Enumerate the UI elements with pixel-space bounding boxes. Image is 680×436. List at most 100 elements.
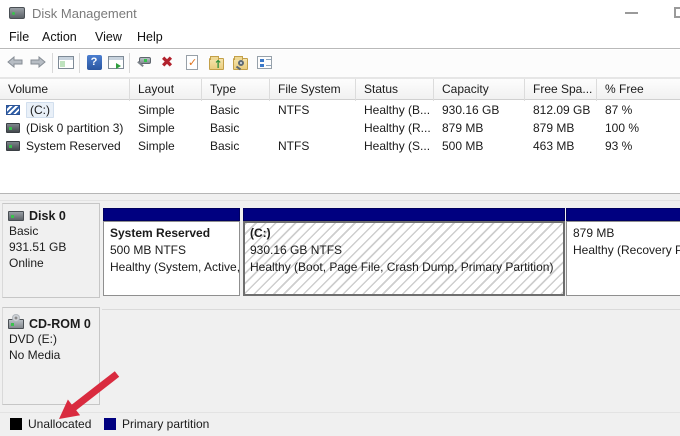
- partition-size: 500 MB NTFS: [110, 242, 233, 259]
- partition-status: Healthy (Boot, Page File, Crash Dump, Pr…: [250, 259, 558, 276]
- partition-status: Healthy (Recovery P: [573, 242, 680, 259]
- cdrom-row: CD-ROM 0 DVD (E:) No Media: [2, 307, 680, 405]
- volume-name: System Reserved: [26, 139, 121, 153]
- column-file-system[interactable]: File System: [270, 79, 356, 101]
- toolbar-separator: [52, 53, 53, 73]
- help-icon[interactable]: ?: [85, 53, 103, 71]
- legend-label: Primary partition: [122, 417, 209, 431]
- legend-unallocated: Unallocated: [10, 418, 91, 432]
- volume-list: Volume Layout Type File System Status Ca…: [0, 78, 680, 193]
- partition-c-body-selected: (C:) 930.16 GB NTFS Healthy (Boot, Page …: [243, 221, 565, 296]
- show-console-tree-icon[interactable]: [57, 53, 75, 71]
- column-pct-free[interactable]: % Free: [597, 79, 680, 101]
- cell-layout: Simple: [130, 101, 202, 119]
- cell-pct-free: 93 %: [597, 137, 680, 155]
- disk-graph-area: Disk 0 Basic 931.51 GB Online System Res…: [0, 201, 680, 412]
- cell-capacity: 879 MB: [434, 119, 525, 137]
- cell-file-system: NTFS: [270, 137, 356, 155]
- primary-partition-swatch: [104, 418, 116, 430]
- title-bar: Disk Management: [0, 0, 680, 26]
- column-status[interactable]: Status: [356, 79, 434, 101]
- menu-file[interactable]: File: [9, 30, 29, 44]
- properties-list-icon[interactable]: [255, 53, 273, 71]
- column-type[interactable]: Type: [202, 79, 270, 101]
- cell-status: Healthy (S...: [356, 137, 434, 155]
- primary-partition-bar: [243, 208, 565, 221]
- legend-primary-partition: Primary partition: [104, 418, 209, 432]
- cell-file-system: [270, 119, 356, 137]
- unallocated-swatch: [10, 418, 22, 430]
- cell-free-space: 812.09 GB: [525, 101, 597, 119]
- volume-icon: [6, 123, 20, 133]
- cdrom-media-status: No Media: [9, 347, 99, 363]
- menu-bar: File Action View Help: [0, 26, 680, 49]
- partition-size: 930.16 GB NTFS: [250, 242, 558, 259]
- volume-name: (C:): [26, 102, 54, 118]
- delete-icon[interactable]: ✖: [158, 53, 176, 71]
- volume-icon: [6, 141, 20, 151]
- volume-row-partition3[interactable]: (Disk 0 partition 3) Simple Basic Health…: [0, 119, 680, 137]
- disk0-row: Disk 0 Basic 931.51 GB Online System Res…: [2, 203, 680, 298]
- toolbar-separator: [129, 53, 130, 73]
- show-action-pane-icon[interactable]: [107, 53, 125, 71]
- explore-folder-icon[interactable]: [231, 53, 249, 71]
- column-capacity[interactable]: Capacity: [434, 79, 525, 101]
- toolbar-separator: [79, 53, 80, 73]
- minimize-button[interactable]: [625, 12, 638, 14]
- volume-name: (Disk 0 partition 3): [26, 121, 123, 135]
- partition-label: (C:): [250, 225, 558, 242]
- splitter-bar[interactable]: [0, 193, 680, 201]
- disk-drive-icon: [9, 7, 25, 19]
- cell-free-space: 879 MB: [525, 119, 597, 137]
- partition-c[interactable]: (C:) 930.16 GB NTFS Healthy (Boot, Page …: [243, 208, 565, 296]
- partition-size: 879 MB: [573, 225, 680, 242]
- cell-capacity: 500 MB: [434, 137, 525, 155]
- disk-name: Disk 0: [29, 209, 99, 223]
- cell-layout: Simple: [130, 137, 202, 155]
- menu-help[interactable]: Help: [137, 30, 163, 44]
- primary-partition-bar: [103, 208, 240, 221]
- cell-status: Healthy (B...: [356, 101, 434, 119]
- legend-bar: Unallocated Primary partition: [0, 412, 680, 436]
- cdrom-name: CD-ROM 0: [29, 317, 99, 331]
- forward-icon[interactable]: [29, 53, 47, 71]
- partition-status: Healthy (System, Active,: [110, 259, 233, 276]
- cdrom-icon: [8, 319, 24, 329]
- cell-capacity: 930.16 GB: [434, 101, 525, 119]
- cdrom-drive-letter: DVD (E:): [9, 331, 99, 347]
- disk-type: Basic: [9, 223, 99, 239]
- partition-recovery[interactable]: 879 MB Healthy (Recovery P: [566, 208, 680, 296]
- cell-file-system: NTFS: [270, 101, 356, 119]
- cell-pct-free: 87 %: [597, 101, 680, 119]
- volume-list-header: Volume Layout Type File System Status Ca…: [0, 78, 680, 100]
- cell-type: Basic: [202, 137, 270, 155]
- mark-partition-active-icon[interactable]: ✓: [183, 53, 201, 71]
- toolbar: ? ✖ ✓ ↑: [0, 50, 680, 78]
- back-icon[interactable]: [6, 53, 24, 71]
- cdrom-empty-region: [102, 309, 680, 405]
- cdrom-info-panel[interactable]: CD-ROM 0 DVD (E:) No Media: [2, 307, 100, 405]
- column-volume[interactable]: Volume: [0, 79, 130, 101]
- disk-icon: [8, 211, 24, 221]
- maximize-button[interactable]: [674, 7, 680, 18]
- volume-row-c[interactable]: (C:) Simple Basic NTFS Healthy (B... 930…: [0, 101, 680, 119]
- open-folder-icon[interactable]: ↑: [207, 53, 225, 71]
- menu-view[interactable]: View: [95, 30, 122, 44]
- legend-label: Unallocated: [28, 417, 91, 431]
- partition-system-reserved[interactable]: System Reserved 500 MB NTFS Healthy (Sys…: [103, 208, 240, 296]
- disk-management-window: Disk Management File Action View Help ? …: [0, 0, 680, 436]
- menu-action[interactable]: Action: [42, 30, 77, 44]
- cell-type: Basic: [202, 101, 270, 119]
- volume-icon-hatched: [6, 105, 20, 115]
- disk-status: Online: [9, 255, 99, 271]
- window-title: Disk Management: [32, 6, 137, 21]
- column-free-space[interactable]: Free Spa...: [525, 79, 597, 101]
- partition-label: System Reserved: [110, 225, 233, 242]
- cell-type: Basic: [202, 119, 270, 137]
- disk-size: 931.51 GB: [9, 239, 99, 255]
- column-layout[interactable]: Layout: [130, 79, 202, 101]
- volume-row-system-reserved[interactable]: System Reserved Simple Basic NTFS Health…: [0, 137, 680, 155]
- rescan-disks-icon[interactable]: [135, 53, 153, 71]
- primary-partition-bar: [566, 208, 680, 221]
- disk0-info-panel[interactable]: Disk 0 Basic 931.51 GB Online: [2, 203, 100, 298]
